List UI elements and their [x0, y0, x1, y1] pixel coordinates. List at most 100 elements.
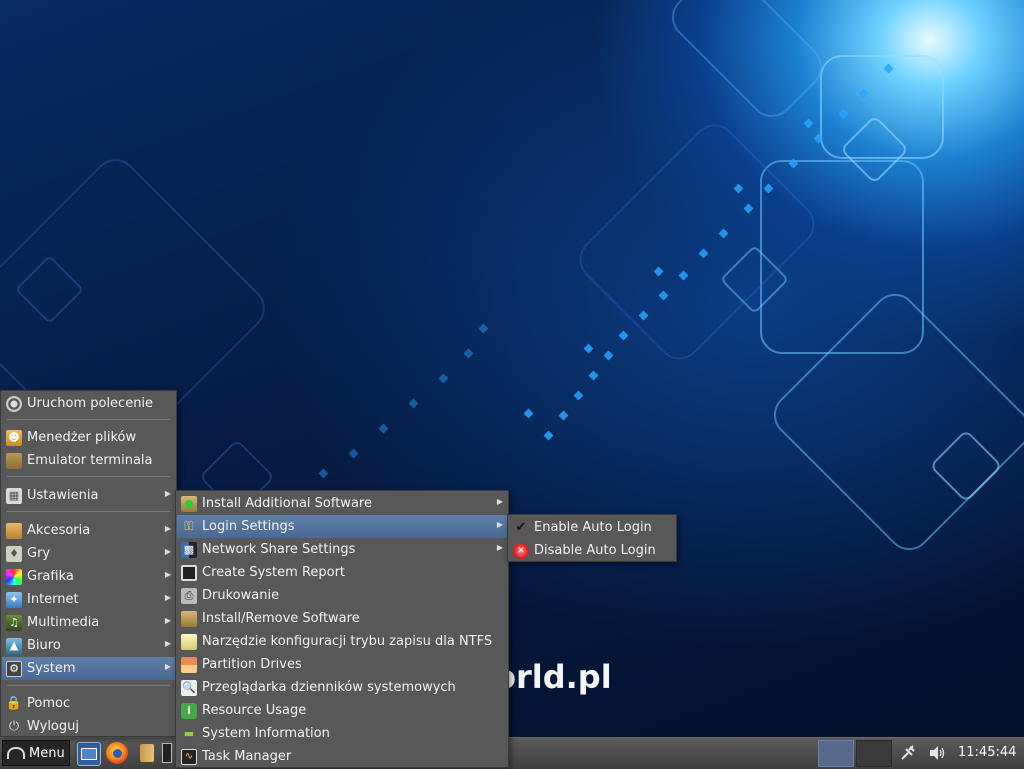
menu-item-label: Akcesoria [27, 523, 91, 538]
menu-item-resource-usage[interactable]: i Resource Usage [177, 699, 507, 722]
settings-icon: ▦ [6, 487, 22, 504]
package-icon [181, 610, 197, 627]
menu-item-install-additional-software[interactable]: ● Install Additional Software ▶ [177, 492, 507, 515]
firefox-icon[interactable] [106, 742, 128, 764]
menu-item-logout[interactable]: ⏻ Wyloguj [2, 715, 175, 738]
menu-item-help[interactable]: 🔒 Pomoc [2, 692, 175, 715]
menu-item-label: Biuro [27, 638, 61, 653]
games-icon: ♦ [6, 545, 22, 562]
wallpaper-logo-text: orld.pl [494, 658, 612, 696]
clock[interactable]: 11:45:44 [958, 745, 1016, 760]
menu-item-install-remove-software[interactable]: Install/Remove Software [177, 607, 507, 630]
menu-item-run-command[interactable]: Uruchom polecenie [2, 392, 175, 415]
menu-button-label: Menu [29, 745, 65, 761]
menu-item-enable-auto-login[interactable]: ✔ Enable Auto Login [509, 516, 675, 539]
network-plug-icon[interactable] [897, 742, 919, 764]
menu-item-label: Login Settings [202, 519, 295, 534]
menu-item-label: Narzędzie konfiguracji trybu zapisu dla … [202, 634, 493, 649]
menu-item-label: System Information [202, 726, 330, 741]
submenu-arrow-icon: ▶ [164, 547, 171, 556]
menu-item-label: Resource Usage [202, 703, 307, 718]
menu-item-system[interactable]: ⚙ System ▶ [2, 657, 175, 680]
workspace-1[interactable] [818, 740, 854, 767]
menu-item-partition-drives[interactable]: Partition Drives [177, 653, 507, 676]
office-icon: ▲ [6, 637, 22, 654]
submenu-arrow-icon: ▶ [496, 497, 503, 506]
submenu-arrow-icon: ▶ [164, 639, 171, 648]
menu-item-label: Multimedia [27, 615, 100, 630]
menu-item-terminal[interactable]: Emulator terminala [2, 449, 175, 472]
terminal-icon [6, 452, 22, 469]
login-settings-submenu: ✔ Enable Auto Login ✕ Disable Auto Login [507, 514, 677, 562]
menu-item-system-information[interactable]: ▬ System Information [177, 722, 507, 745]
menu-item-task-manager[interactable]: ∿ Task Manager [177, 745, 507, 768]
menu-item-label: Uruchom polecenie [27, 396, 154, 411]
menu-item-ntfs-config[interactable]: Narzędzie konfiguracji trybu zapisu dla … [177, 630, 507, 653]
system-icon: ⚙ [6, 660, 22, 677]
log-viewer-icon: 🔍 [181, 679, 197, 696]
network-share-icon: ▩ [181, 541, 197, 558]
menu-item-login-settings[interactable]: ⚿ Login Settings ▶ [177, 515, 507, 538]
menu-item-settings[interactable]: ▦ Ustawienia ▶ [2, 484, 175, 507]
menu-separator [7, 476, 170, 477]
volume-icon[interactable] [926, 742, 948, 764]
menu-button[interactable]: Menu [2, 740, 70, 766]
system-info-icon: ▬ [183, 727, 195, 740]
file-manager-icon: ☻ [6, 429, 22, 446]
menu-item-create-system-report[interactable]: Create System Report [177, 561, 507, 584]
monitor-icon [181, 564, 197, 581]
key-icon: ⚿ [184, 519, 194, 533]
menu-item-label: Pomoc [27, 696, 71, 711]
submenu-arrow-icon: ▶ [164, 489, 171, 498]
menu-item-multimedia[interactable]: ♫ Multimedia ▶ [2, 611, 175, 634]
menu-item-label: Gry [27, 546, 51, 561]
submenu-arrow-icon: ▶ [164, 616, 171, 625]
info-icon: i [181, 702, 197, 719]
main-menu: Uruchom polecenie ☻ Menedżer plików Emul… [0, 390, 177, 737]
menu-item-label: System [27, 661, 76, 676]
printer-icon: ⎙ [181, 587, 197, 604]
menu-item-accessories[interactable]: Akcesoria ▶ [2, 519, 175, 542]
submenu-arrow-icon: ▶ [164, 570, 171, 579]
menu-item-label: Network Share Settings [202, 542, 356, 557]
show-desktop-icon[interactable] [77, 742, 101, 766]
menu-item-graphics[interactable]: Grafika ▶ [2, 565, 175, 588]
internet-icon: ✦ [6, 591, 22, 608]
submenu-arrow-icon: ▶ [164, 524, 171, 533]
menu-item-label: Przeglądarka dzienników systemowych [202, 680, 456, 695]
menu-item-label: Task Manager [202, 749, 292, 764]
menu-item-disable-auto-login[interactable]: ✕ Disable Auto Login [509, 539, 675, 562]
submenu-arrow-icon: ▶ [496, 543, 503, 552]
menu-item-label: Install/Remove Software [202, 611, 360, 626]
graphics-icon [6, 568, 22, 585]
drive-icon [181, 633, 197, 650]
workspace-2[interactable] [856, 740, 892, 767]
submenu-arrow-icon: ▶ [496, 520, 503, 529]
menu-item-label: Ustawienia [27, 488, 99, 503]
menu-item-label: Install Additional Software [202, 496, 372, 511]
menu-item-internet[interactable]: ✦ Internet ▶ [2, 588, 175, 611]
run-icon [6, 395, 22, 412]
file-manager-launcher-icon[interactable] [136, 742, 158, 764]
menu-item-label: Disable Auto Login [534, 543, 656, 558]
menu-item-office[interactable]: ▲ Biuro ▶ [2, 634, 175, 657]
accessories-icon [6, 522, 22, 539]
app-menu-icon [7, 747, 25, 759]
menu-item-label: Wyloguj [27, 719, 79, 734]
menu-item-network-share-settings[interactable]: ▩ Network Share Settings ▶ [177, 538, 507, 561]
menu-item-printing[interactable]: ⎙ Drukowanie [177, 584, 507, 607]
task-manager-icon: ∿ [181, 748, 197, 765]
multimedia-icon: ♫ [6, 614, 22, 631]
menu-item-label: Internet [27, 592, 79, 607]
system-submenu: ● Install Additional Software ▶ ⚿ Login … [175, 490, 509, 768]
submenu-arrow-icon: ▶ [164, 662, 171, 671]
partition-icon [181, 656, 197, 673]
logout-icon: ⏻ [8, 719, 20, 734]
menu-separator [7, 511, 170, 512]
menu-item-games[interactable]: ♦ Gry ▶ [2, 542, 175, 565]
checkmark-icon: ✔ [515, 520, 527, 535]
help-icon: 🔒 [5, 696, 23, 711]
menu-item-system-logs[interactable]: 🔍 Przeglądarka dzienników systemowych [177, 676, 507, 699]
menu-item-file-manager[interactable]: ☻ Menedżer plików [2, 426, 175, 449]
terminal-launcher-icon[interactable] [162, 742, 172, 764]
